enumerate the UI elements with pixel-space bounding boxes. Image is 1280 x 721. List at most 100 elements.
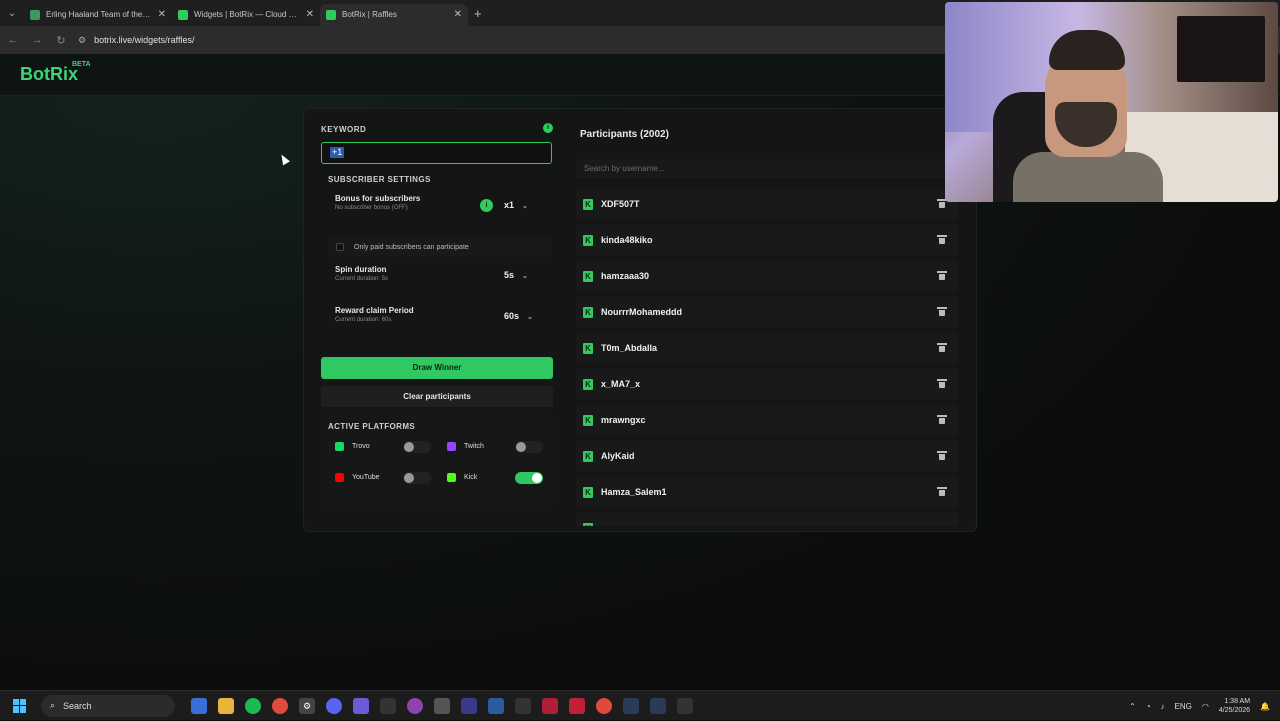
- steam-icon[interactable]: [650, 697, 666, 714]
- mouse-cursor: [278, 152, 290, 166]
- participant-name: NourrrMohameddd: [601, 307, 682, 317]
- file-explorer-icon[interactable]: [218, 697, 234, 714]
- participant-row: Kmrawngxc: [576, 404, 958, 436]
- clock-date: 4/25/2026: [1218, 707, 1251, 714]
- participant-list: K XDF507T Kkinda48kiko Khamzaaa30 K Nourrr…: [576, 188, 958, 526]
- network-icon[interactable]: ◔: [1146, 702, 1151, 711]
- platform-name: Twitch: [464, 443, 484, 450]
- trash-icon[interactable]: [937, 487, 947, 496]
- close-tab-icon[interactable]: ✕: [306, 9, 314, 20]
- chevron-down-icon: ⌄: [522, 273, 528, 280]
- store-icon[interactable]: [488, 697, 504, 714]
- back-arrow-icon[interactable]: ←: [6, 34, 20, 46]
- chrome-icon[interactable]: [596, 697, 612, 714]
- active-platforms: ACTIVE PLATFORMS Trovo Twitch YouTube Ki…: [321, 415, 553, 505]
- participant-name: kinda48kiko: [601, 235, 653, 245]
- app-icon[interactable]: [677, 697, 693, 714]
- keyword-info-icon[interactable]: i: [543, 123, 553, 133]
- wifi-icon[interactable]: ◠: [1202, 702, 1209, 711]
- participant-name: Hamza_Salem1: [601, 487, 667, 497]
- keyword-input[interactable]: [321, 142, 552, 164]
- speaker-icon[interactable]: ♪: [1161, 702, 1165, 711]
- media-icon[interactable]: [380, 697, 396, 714]
- trash-icon[interactable]: [937, 271, 947, 280]
- trash-icon[interactable]: [937, 379, 947, 388]
- new-tab-icon[interactable]: +: [474, 6, 482, 21]
- reload-icon[interactable]: ↻: [54, 34, 68, 47]
- platform-twitch: Twitch: [447, 442, 484, 451]
- reward-period-select[interactable]: 60s ⌄: [504, 311, 533, 321]
- spin-duration-select[interactable]: 5s ⌄: [504, 270, 528, 280]
- taskbar-search[interactable]: ⌕ Search: [41, 694, 175, 717]
- reward-period-subtitle: Current duration: 60s: [335, 317, 392, 323]
- taskbar-search-label: Search: [63, 700, 92, 711]
- apps-grid-icon[interactable]: [353, 697, 369, 714]
- participant-row: Khamzaaa30: [576, 260, 958, 292]
- platform-name: YouTube: [352, 474, 380, 481]
- site-info-icon[interactable]: ⚙: [78, 35, 86, 46]
- browser-tab-0[interactable]: Erling Haaland Team of the Sea ✕: [24, 4, 172, 26]
- twitch-icon: [447, 442, 456, 451]
- browser-tab-1[interactable]: Widgets | BotRix — Cloud Stre ✕: [172, 4, 320, 26]
- bonus-multiplier-select[interactable]: x1 ⌄: [504, 200, 528, 210]
- botrix-logo[interactable]: BotRix BETA: [20, 61, 91, 85]
- app-icon[interactable]: [407, 697, 423, 714]
- tab-title: BotRix | Raffles: [342, 10, 397, 19]
- valorant-icon[interactable]: [542, 697, 558, 714]
- participant-name: AlyKaid: [601, 451, 635, 461]
- platform-name: Trovo: [352, 443, 370, 450]
- spin-duration-setting: Spin duration Current duration: 5s: [335, 265, 388, 282]
- active-platforms-title: ACTIVE PLATFORMS: [328, 422, 416, 431]
- youtube-toggle[interactable]: [403, 472, 431, 484]
- participant-name: mrawngxc: [601, 415, 646, 425]
- forward-arrow-icon[interactable]: →: [30, 34, 44, 46]
- close-tab-icon[interactable]: ✕: [454, 9, 462, 20]
- clear-participants-button[interactable]: Clear participants: [321, 386, 553, 407]
- bonus-info-icon[interactable]: i: [480, 199, 493, 212]
- discord-icon[interactable]: [326, 697, 342, 714]
- trash-icon[interactable]: [937, 343, 947, 352]
- trovo-toggle[interactable]: [403, 441, 431, 453]
- platform-youtube: YouTube: [335, 473, 380, 482]
- draw-winner-button[interactable]: Draw Winner: [321, 357, 553, 379]
- paid-only-option[interactable]: Only paid subscribers can participate: [328, 237, 552, 257]
- paid-only-checkbox[interactable]: [336, 243, 344, 251]
- clock[interactable]: 1:38 AM 4/25/2026: [1219, 697, 1250, 715]
- spotify-icon[interactable]: [245, 697, 261, 714]
- settings-gear-icon[interactable]: ⚙: [299, 697, 315, 714]
- toggle-knob: [404, 473, 414, 483]
- notes-icon[interactable]: [434, 697, 450, 714]
- reward-period-title: Reward claim Period: [335, 306, 414, 315]
- browser-tab-2[interactable]: BotRix | Raffles ✕: [320, 3, 468, 26]
- url-field[interactable]: ⚙ botrix.live/widgets/raffles/: [78, 35, 194, 46]
- copilot-icon[interactable]: [191, 697, 207, 714]
- beta-badge: BETA: [72, 61, 91, 68]
- kick-icon: K: [583, 198, 593, 210]
- youtube-icon: [335, 473, 344, 482]
- subscriber-settings: SUBSCRIBER SETTINGS Bonus for subscriber…: [328, 175, 552, 323]
- app-icon[interactable]: [569, 697, 585, 714]
- chevron-down-icon: ⌄: [522, 203, 528, 210]
- close-tab-icon[interactable]: ✕: [158, 9, 166, 20]
- tab-favicon: [30, 9, 40, 20]
- kick-toggle[interactable]: [515, 472, 543, 484]
- toggle-knob: [532, 473, 542, 483]
- gamepad-icon[interactable]: [461, 697, 477, 714]
- platform-trovo: Trovo: [335, 442, 370, 451]
- kick-icon: K: [583, 234, 593, 246]
- trash-icon[interactable]: [937, 235, 947, 244]
- chrome-icon[interactable]: [272, 697, 288, 714]
- windows-start-icon[interactable]: [13, 698, 27, 713]
- trash-icon[interactable]: [937, 451, 947, 460]
- tab-favicon: [178, 9, 188, 20]
- steam-icon[interactable]: [623, 697, 639, 714]
- chevron-up-icon[interactable]: ⌃: [1129, 702, 1136, 711]
- twitch-toggle[interactable]: [515, 441, 543, 453]
- trash-icon[interactable]: [937, 415, 947, 424]
- trash-icon[interactable]: [937, 307, 947, 316]
- tab-search-chevron-icon[interactable]: ⌄: [0, 8, 24, 19]
- language-indicator[interactable]: ENG: [1175, 702, 1192, 711]
- notifications-icon[interactable]: 🔔: [1260, 702, 1270, 711]
- participant-search-input[interactable]: [576, 159, 956, 178]
- app-icon[interactable]: [515, 697, 531, 714]
